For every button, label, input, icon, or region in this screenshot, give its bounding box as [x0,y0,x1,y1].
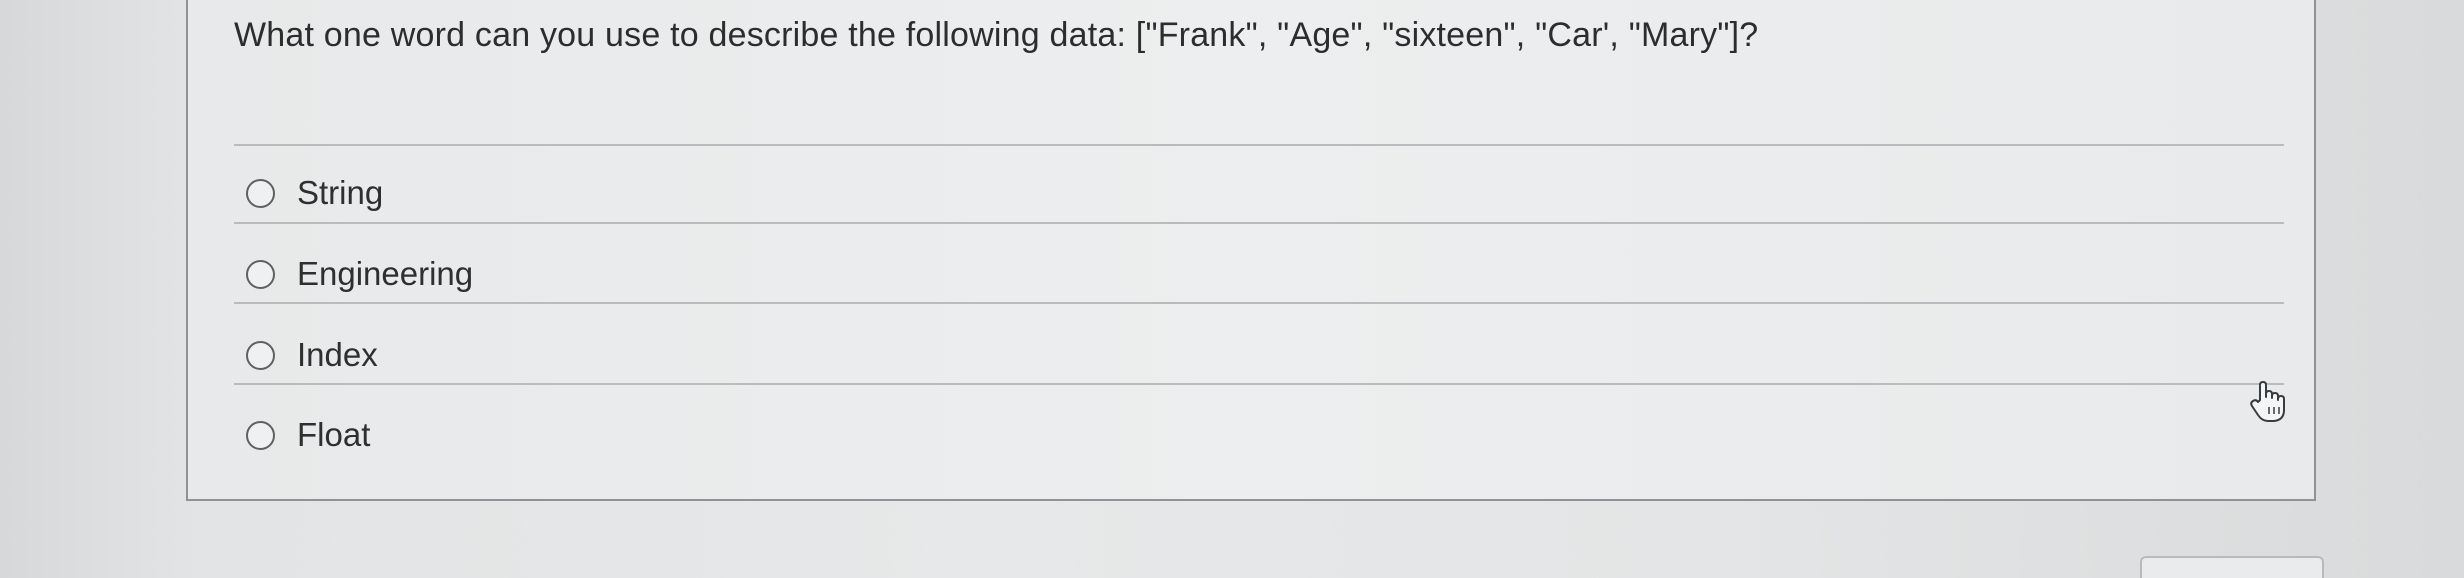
bottom-tab [2140,556,2324,578]
radio-circle-icon[interactable] [246,259,275,289]
divider [234,144,2284,146]
option-float[interactable]: Float [246,405,1146,465]
question-card: What one word can you use to describe th… [186,0,2316,501]
radio-circle-icon[interactable] [246,420,275,450]
option-label: String [297,174,384,211]
radio-circle-icon[interactable] [246,340,275,370]
option-label: Engineering [297,255,474,292]
divider [234,302,2284,304]
option-string[interactable]: String [246,163,1146,223]
divider [234,222,2284,224]
radio-circle-icon[interactable] [246,178,275,208]
question-text: What one word can you use to describe th… [234,16,1759,54]
divider [234,383,2284,385]
option-index[interactable]: Index [246,325,1146,385]
option-label: Index [297,336,378,373]
hand-pointer-icon [2250,381,2285,422]
option-label: Float [297,416,371,453]
option-engineering[interactable]: Engineering [246,244,1146,304]
